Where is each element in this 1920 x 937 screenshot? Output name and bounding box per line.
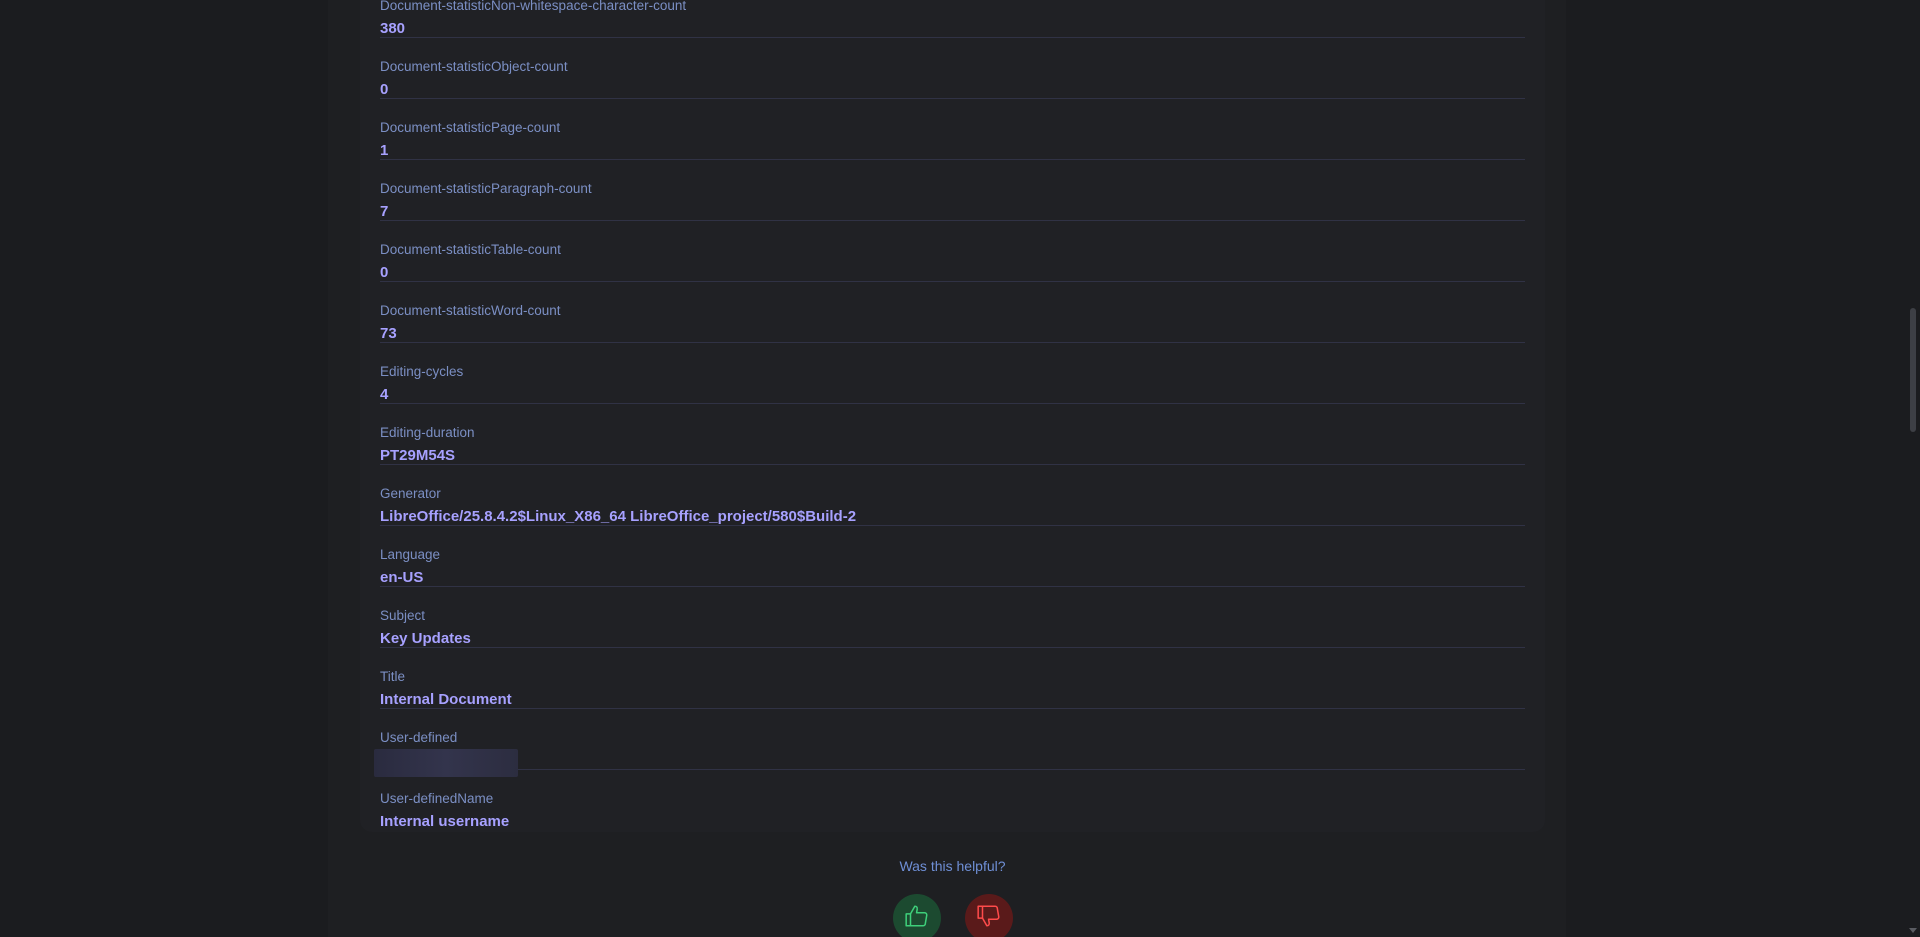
- property-value: 4: [380, 386, 389, 403]
- thumbs-down-icon: [977, 905, 1000, 927]
- property-label: User-defined: [380, 730, 458, 745]
- property-label: Title: [380, 669, 406, 684]
- thumbs-down-button[interactable]: [965, 894, 1013, 937]
- property-label: Language: [380, 547, 441, 562]
- property-item: Document-statisticTable-count 0: [380, 222, 1525, 283]
- page: Document-statisticNon-whitespace-charact…: [0, 0, 1920, 937]
- feedback-question: Was this helpful?: [899, 858, 1006, 874]
- property-value: PT29M54S: [380, 447, 456, 464]
- property-value: 7: [380, 203, 389, 220]
- property-label: Document-statisticObject-count: [380, 59, 568, 74]
- main-column: Document-statisticNon-whitespace-charact…: [328, 0, 1577, 937]
- property-item: Editing-cycles 4: [380, 344, 1525, 405]
- scrollbar-thumb[interactable]: [1910, 308, 1916, 432]
- property-item: Document-statisticParagraph-count 7: [380, 161, 1525, 222]
- property-value: Internal Document: [380, 691, 512, 708]
- property-item: Editing-duration PT29M54S: [380, 405, 1525, 466]
- property-label: User-definedName: [380, 791, 494, 806]
- property-label: Subject: [380, 608, 426, 623]
- property-value: Internal username: [380, 813, 510, 830]
- property-item: Generator LibreOffice/25.8.4.2$Linux_X86…: [380, 466, 1525, 527]
- property-item: Document-statisticObject-count 0: [380, 39, 1525, 100]
- vertical-scrollbar[interactable]: [1906, 0, 1920, 937]
- property-label: Editing-duration: [380, 425, 475, 440]
- property-label: Document-statisticPage-count: [380, 120, 561, 135]
- property-value: 73: [380, 325, 397, 342]
- property-item: Document-statisticWord-count 73: [380, 283, 1525, 344]
- property-item: User-definedName Internal username: [380, 771, 1525, 832]
- property-value: 0: [380, 81, 389, 98]
- property-item: Subject Key Updates: [380, 588, 1525, 649]
- property-value: en-US: [380, 569, 424, 586]
- metadata-property-list: Document-statisticNon-whitespace-charact…: [374, 0, 1525, 832]
- property-value: 1: [380, 142, 389, 159]
- right-gutter: [1566, 0, 1906, 937]
- property-item: Title Internal Document: [380, 649, 1525, 710]
- property-value: Key Updates: [380, 630, 471, 647]
- property-label: Document-statisticNon-whitespace-charact…: [380, 0, 687, 13]
- scroll-down-arrow-icon[interactable]: [1909, 928, 1917, 933]
- property-label: Document-statisticParagraph-count: [380, 181, 592, 196]
- property-item: Document-statisticPage-count 1: [380, 100, 1525, 161]
- left-gutter: [0, 0, 328, 937]
- property-label: Generator: [380, 486, 441, 501]
- property-value: 380: [380, 20, 406, 37]
- property-label: Document-statisticWord-count: [380, 303, 561, 318]
- thumbs-up-button[interactable]: [893, 894, 941, 937]
- property-item: User-defined: [374, 710, 1525, 777]
- property-value: 0: [380, 264, 389, 281]
- property-item: Language en-US: [380, 527, 1525, 588]
- property-label: Document-statisticTable-count: [380, 242, 561, 257]
- property-value: LibreOffice/25.8.4.2$Linux_X86_64 LibreO…: [380, 508, 857, 525]
- property-item: Document-statisticNon-whitespace-charact…: [380, 0, 1525, 39]
- thumbs-up-icon: [905, 905, 928, 927]
- property-label: Editing-cycles: [380, 364, 464, 379]
